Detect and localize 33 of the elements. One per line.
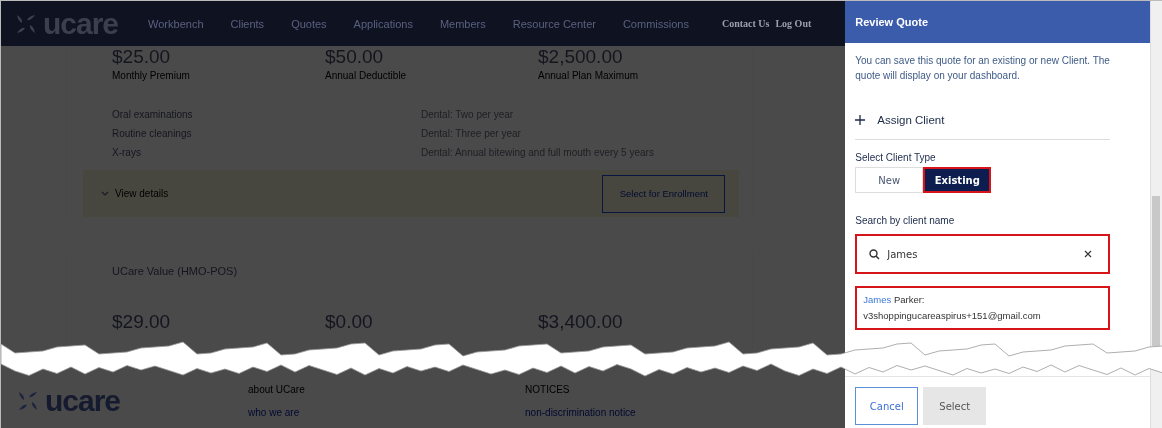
amount-label: Annual Plan Maximum	[538, 70, 640, 81]
footer-link[interactable]: who we are	[248, 407, 526, 418]
search-icon	[869, 249, 881, 260]
panel-title: Review Quote	[845, 1, 1150, 43]
footer-link[interactable]: non-discrimination notice	[525, 407, 803, 418]
clear-icon[interactable]	[1084, 250, 1092, 258]
amount-label: Monthly Premium	[112, 70, 191, 81]
nav-link[interactable]: Resource Center	[512, 17, 596, 30]
field-label: Select Client Type	[855, 152, 937, 163]
chevron-icon	[101, 190, 109, 197]
footer-heading: NOTICES	[525, 384, 571, 395]
enroll-button[interactable]: Select for Enrollment	[602, 174, 726, 213]
plus-icon	[855, 114, 866, 125]
nav-link[interactable]: Workbench	[148, 17, 204, 30]
assign-client-heading[interactable]: Assign Client	[877, 113, 945, 126]
nav-link[interactable]: Members	[439, 17, 486, 30]
nav-link[interactable]: Quotes	[291, 17, 327, 30]
nav-link[interactable]: Commissions	[622, 17, 689, 30]
footer-heading: about UCare	[248, 384, 306, 395]
client-type-toggle[interactable]: Existing	[923, 167, 992, 193]
nav-link[interactable]: Contact Us	[721, 18, 770, 29]
field-label: Search by client name	[855, 215, 956, 226]
client-result[interactable]: James Parker: v3shoppingucareaspirus+151@gmail.com	[863, 292, 1092, 324]
nav-link[interactable]: Clients	[230, 17, 265, 30]
intro-text: You can save this quote for an existing or new Client. The quote will display on your dashboard.	[855, 54, 1110, 83]
nav-link[interactable]: Log Out	[775, 18, 812, 29]
cancel-button[interactable]: Cancel	[855, 387, 919, 425]
search-field[interactable]: James	[855, 234, 1110, 274]
amount-label: Annual Deductible	[325, 70, 408, 81]
nav-link[interactable]: Applications	[353, 17, 413, 30]
scrollbar-thumb[interactable]	[1152, 196, 1161, 346]
view-details-link[interactable]: View details	[101, 188, 169, 199]
client-type-toggle[interactable]: New	[855, 167, 924, 193]
